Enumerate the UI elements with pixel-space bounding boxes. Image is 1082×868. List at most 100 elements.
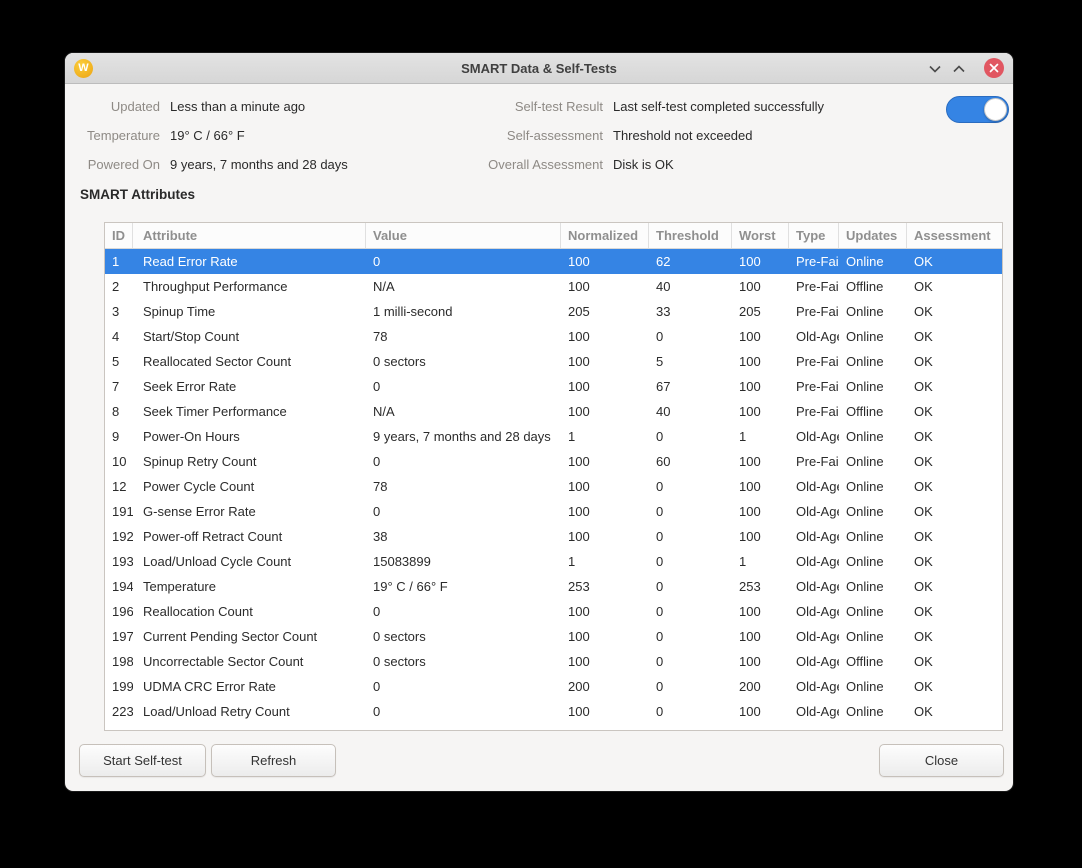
cell-threshold: 33 xyxy=(649,299,732,324)
cell-threshold: 0 xyxy=(649,499,732,524)
cell-normalized: 100 xyxy=(561,649,649,674)
cell-id: 1 xyxy=(105,249,133,274)
table-row-id-199[interactable]: 199UDMA CRC Error Rate02000200Old-AgeOnl… xyxy=(105,674,1002,699)
cell-attribute: Start/Stop Count xyxy=(133,324,366,349)
column-header-assessment[interactable]: Assessment xyxy=(907,223,1002,248)
cell-type: Old-Age xyxy=(789,624,839,649)
cell-id: 192 xyxy=(105,524,133,549)
cell-attribute: Spinup Time xyxy=(133,299,366,324)
cell-normalized: 100 xyxy=(561,449,649,474)
cell-worst: 1 xyxy=(732,549,789,574)
cell-updates: Online xyxy=(839,349,907,374)
cell-attribute: Seek Timer Performance xyxy=(133,399,366,424)
table-row-id-196[interactable]: 196Reallocation Count01000100Old-AgeOnli… xyxy=(105,599,1002,624)
cell-threshold: 0 xyxy=(649,324,732,349)
cell-updates: Online xyxy=(839,699,907,724)
cell-id: 199 xyxy=(105,674,133,699)
cell-threshold: 0 xyxy=(649,674,732,699)
cell-value: 0 xyxy=(366,499,561,524)
cell-worst: 100 xyxy=(732,374,789,399)
column-header-updates[interactable]: Updates xyxy=(839,223,907,248)
table-row-id-4[interactable]: 4Start/Stop Count781000100Old-AgeOnlineO… xyxy=(105,324,1002,349)
smart-attributes-table: IDAttributeValueNormalizedThresholdWorst… xyxy=(104,222,1003,731)
cell-worst: 100 xyxy=(732,599,789,624)
cell-normalized: 100 xyxy=(561,274,649,299)
table-row-id-7[interactable]: 7Seek Error Rate010067100Pre-FailOnlineO… xyxy=(105,374,1002,399)
cell-type: Old-Age xyxy=(789,574,839,599)
cell-assessment: OK xyxy=(907,649,1002,674)
cell-attribute: Read Error Rate xyxy=(133,249,366,274)
cell-type: Old-Age xyxy=(789,424,839,449)
cell-value: 0 xyxy=(366,449,561,474)
window-title: SMART Data & Self-Tests xyxy=(65,53,1013,84)
cell-type: Old-Age xyxy=(789,324,839,349)
cell-assessment: OK xyxy=(907,324,1002,349)
table-row-id-1[interactable]: 1Read Error Rate010062100Pre-FailOnlineO… xyxy=(105,249,1002,274)
table-row-id-5[interactable]: 5Reallocated Sector Count0 sectors100510… xyxy=(105,349,1002,374)
table-row-id-9[interactable]: 9Power-On Hours9 years, 7 months and 28 … xyxy=(105,424,1002,449)
cell-assessment: OK xyxy=(907,499,1002,524)
cell-id: 5 xyxy=(105,349,133,374)
close-window-button[interactable] xyxy=(984,58,1004,78)
cell-assessment: OK xyxy=(907,424,1002,449)
cell-type: Pre-Fail xyxy=(789,449,839,474)
table-row-id-223[interactable]: 223Load/Unload Retry Count01000100Old-Ag… xyxy=(105,699,1002,724)
cell-worst: 205 xyxy=(732,299,789,324)
table-row-id-3[interactable]: 3Spinup Time1 milli-second20533205Pre-Fa… xyxy=(105,299,1002,324)
updated-label: Updated xyxy=(80,99,160,114)
overall-assessment-value: Disk is OK xyxy=(613,157,674,172)
column-header-value[interactable]: Value xyxy=(366,223,561,248)
column-header-type[interactable]: Type xyxy=(789,223,839,248)
column-header-worst[interactable]: Worst xyxy=(732,223,789,248)
titlebar[interactable]: W SMART Data & Self-Tests xyxy=(65,53,1013,84)
cell-updates: Online xyxy=(839,549,907,574)
table-row-id-2[interactable]: 2Throughput PerformanceN/A10040100Pre-Fa… xyxy=(105,274,1002,299)
cell-threshold: 0 xyxy=(649,424,732,449)
cell-value: 0 sectors xyxy=(366,649,561,674)
temperature-value: 19° C / 66° F xyxy=(170,128,245,143)
column-header-id[interactable]: ID xyxy=(105,223,133,248)
cell-value: 0 sectors xyxy=(366,624,561,649)
minimize-button[interactable] xyxy=(924,58,945,79)
self-assessment-label: Self-assessment xyxy=(305,128,603,143)
smart-enabled-toggle[interactable] xyxy=(946,96,1009,123)
cell-id: 12 xyxy=(105,474,133,499)
table-row-id-197[interactable]: 197Current Pending Sector Count0 sectors… xyxy=(105,624,1002,649)
table-row-id-10[interactable]: 10Spinup Retry Count010060100Pre-FailOnl… xyxy=(105,449,1002,474)
cell-value: 1 milli-second xyxy=(366,299,561,324)
cell-normalized: 100 xyxy=(561,599,649,624)
table-row-id-191[interactable]: 191G-sense Error Rate01000100Old-AgeOnli… xyxy=(105,499,1002,524)
cell-updates: Offline xyxy=(839,399,907,424)
cell-value: 78 xyxy=(366,324,561,349)
cell-attribute: Power Cycle Count xyxy=(133,474,366,499)
table-row-id-194[interactable]: 194Temperature19° C / 66° F2530253Old-Ag… xyxy=(105,574,1002,599)
cell-type: Pre-Fail xyxy=(789,249,839,274)
cell-assessment: OK xyxy=(907,274,1002,299)
maximize-button[interactable] xyxy=(948,58,969,79)
table-row-id-198[interactable]: 198Uncorrectable Sector Count0 sectors10… xyxy=(105,649,1002,674)
column-header-attribute[interactable]: Attribute xyxy=(133,223,366,248)
cell-id: 197 xyxy=(105,624,133,649)
column-header-threshold[interactable]: Threshold xyxy=(649,223,732,248)
cell-threshold: 60 xyxy=(649,449,732,474)
powered-on-label: Powered On xyxy=(80,157,160,172)
cell-id: 196 xyxy=(105,599,133,624)
cell-normalized: 100 xyxy=(561,349,649,374)
self-assessment-value: Threshold not exceeded xyxy=(613,128,752,143)
table-row-id-192[interactable]: 192Power-off Retract Count381000100Old-A… xyxy=(105,524,1002,549)
cell-type: Old-Age xyxy=(789,674,839,699)
refresh-button[interactable]: Refresh xyxy=(211,744,336,777)
cell-value: N/A xyxy=(366,399,561,424)
column-header-normalized[interactable]: Normalized xyxy=(561,223,649,248)
info-row-overall-assessment: Overall Assessment Disk is OK xyxy=(305,150,824,179)
cell-normalized: 100 xyxy=(561,374,649,399)
start-self-test-button[interactable]: Start Self-test xyxy=(79,744,206,777)
table-row-id-193[interactable]: 193Load/Unload Cycle Count15083899101Old… xyxy=(105,549,1002,574)
table-row-id-8[interactable]: 8Seek Timer PerformanceN/A10040100Pre-Fa… xyxy=(105,399,1002,424)
cell-attribute: UDMA CRC Error Rate xyxy=(133,674,366,699)
cell-value: N/A xyxy=(366,274,561,299)
overall-assessment-label: Overall Assessment xyxy=(305,157,603,172)
table-row-id-12[interactable]: 12Power Cycle Count781000100Old-AgeOnlin… xyxy=(105,474,1002,499)
close-button[interactable]: Close xyxy=(879,744,1004,777)
cell-id: 4 xyxy=(105,324,133,349)
